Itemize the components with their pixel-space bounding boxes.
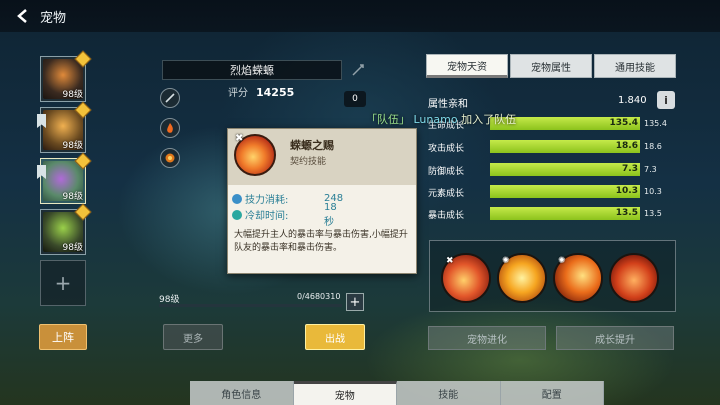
skill-cooldown-row: 冷却时间: 18秒 <box>232 202 337 228</box>
pet-slot-selected[interactable]: 98级 <box>37 152 92 204</box>
tab-config[interactable]: 配置 <box>501 381 604 405</box>
message-text: 加入了队伍 <box>461 113 517 126</box>
tooltip-header: ✖ 蝾螈之赐 契约技能 <box>228 129 416 185</box>
stat-max: 135.4 <box>644 119 667 128</box>
pet-slot[interactable]: 98级 <box>40 50 92 102</box>
skill-slot-icon[interactable] <box>609 253 659 303</box>
cooldown-value: 18秒 <box>324 201 337 228</box>
sword-icon[interactable] <box>160 88 180 108</box>
exp-bar <box>159 304 342 307</box>
page-title: 宠物 <box>40 10 67 26</box>
pet-level: 98级 <box>62 90 83 100</box>
count-badge: 0 <box>344 91 366 107</box>
info-icon[interactable]: i <box>657 91 675 109</box>
more-button[interactable]: 更多 <box>163 324 223 350</box>
cost-label: 技力消耗: <box>245 195 289 206</box>
stat-row: 暴击成长 13.5 13.5 <box>428 207 678 221</box>
stat-row: 元素成长 10.3 10.3 <box>428 185 678 199</box>
skill-name: 蝾螈之赐 <box>290 139 334 152</box>
back-arrow-icon <box>17 9 27 23</box>
pet-roster: 98级 98级 98级 98级 + <box>36 50 92 311</box>
affinity-value: 1.840 <box>618 95 647 106</box>
skill-tooltip: ✖ 蝾螈之赐 契约技能 技力消耗: 248 冷却时间: 18秒 大幅提升主人的暴… <box>227 128 417 274</box>
stat-row: 防御成长 7.3 7.3 <box>428 163 678 177</box>
back-button[interactable] <box>10 3 36 29</box>
stat-max: 10.3 <box>644 187 662 196</box>
stat-max: 13.5 <box>644 209 662 218</box>
deploy-button[interactable]: 上阵 <box>39 324 87 350</box>
skill-mark-icon: ✺ <box>502 256 510 266</box>
fire-element-icon[interactable] <box>160 118 180 138</box>
stat-value: 7.3 <box>622 164 638 174</box>
skill-slot-icon[interactable]: ✖ <box>441 253 491 303</box>
skill-cost-row: 技力消耗: 248 <box>232 191 343 206</box>
tab-attributes[interactable]: 宠物属性 <box>510 54 592 78</box>
player-name: Lunamo <box>413 113 458 126</box>
bookmark-icon <box>37 165 46 179</box>
skill-mark-icon: ✖ <box>446 256 454 266</box>
stat-name: 防御成长 <box>428 167 465 177</box>
skill-type: 契约技能 <box>290 157 327 167</box>
pet-name[interactable]: 烈焰蝾螈 <box>162 60 342 80</box>
pet-slot[interactable]: 98级 <box>37 101 92 153</box>
pet-slot[interactable]: 98级 <box>40 203 92 255</box>
flame-skill-icon[interactable] <box>160 148 180 168</box>
skill-slot-icon[interactable]: ✺ <box>553 253 603 303</box>
pet-level: 98级 <box>62 192 83 202</box>
stat-name: 攻击成长 <box>428 144 465 154</box>
rename-feather-icon[interactable] <box>350 62 366 78</box>
team-tag: 「队伍」 <box>366 113 410 126</box>
stat-value: 10.3 <box>615 186 638 196</box>
stat-row: 攻击成长 18.6 18.6 <box>428 140 678 154</box>
affinity-label: 属性亲和 <box>428 99 468 110</box>
pet-level: 98级 <box>62 243 83 253</box>
top-bar: 宠物 <box>0 0 720 32</box>
cooldown-label: 冷却时间: <box>245 211 289 222</box>
stat-name: 元素成长 <box>428 189 465 199</box>
stat-max: 7.3 <box>644 165 657 174</box>
tab-character-info[interactable]: 角色信息 <box>190 381 294 405</box>
pet-level: 98级 <box>62 141 83 151</box>
clock-icon <box>232 209 242 220</box>
bookmark-icon <box>37 114 46 128</box>
score-label: 评分 <box>228 88 248 99</box>
skill-mark-icon: ✺ <box>558 256 566 266</box>
stat-value: 13.5 <box>615 208 638 218</box>
tab-skills[interactable]: 技能 <box>397 381 501 405</box>
game-screen: 宠物 98级 98级 98级 98级 + 上阵 烈焰蝾螈 评分 14255 0 … <box>0 0 720 405</box>
stat-value: 18.6 <box>615 141 638 151</box>
energy-icon <box>232 193 242 204</box>
stat-name: 暴击成长 <box>428 211 465 221</box>
score-value: 14255 <box>256 86 295 99</box>
tab-common-skills[interactable]: 通用技能 <box>594 54 676 78</box>
team-join-message: 「队伍」 Lunamo 加入了队伍 <box>366 111 516 127</box>
tab-pet[interactable]: 宠物 <box>293 381 397 405</box>
tab-talent[interactable]: 宠物天资 <box>426 54 508 78</box>
stat-value: 135.4 <box>609 118 638 128</box>
skill-description: 大幅提升主人的暴击率与暴击伤害,小幅提升队友的暴击率和暴击伤害。 <box>234 230 408 253</box>
battle-button[interactable]: 出战 <box>305 324 365 350</box>
add-exp-button[interactable]: + <box>346 293 364 311</box>
growth-up-button[interactable]: 成长提升 <box>556 326 674 350</box>
pet-evolve-button[interactable]: 宠物进化 <box>428 326 546 350</box>
skill-slot-icon[interactable]: ✺ <box>497 253 547 303</box>
pet-tabs: 宠物天资 宠物属性 通用技能 <box>426 54 678 78</box>
exp-value: 0/4680310 <box>297 292 341 301</box>
bottom-nav: 角色信息 宠物 技能 配置 <box>190 381 604 405</box>
pet-score: 评分 14255 <box>228 84 294 99</box>
add-pet-slot[interactable]: + <box>40 260 86 306</box>
stat-max: 18.6 <box>644 142 662 151</box>
skill-mark-icon: ✖ <box>235 133 244 144</box>
add-icon: + <box>54 271 72 295</box>
